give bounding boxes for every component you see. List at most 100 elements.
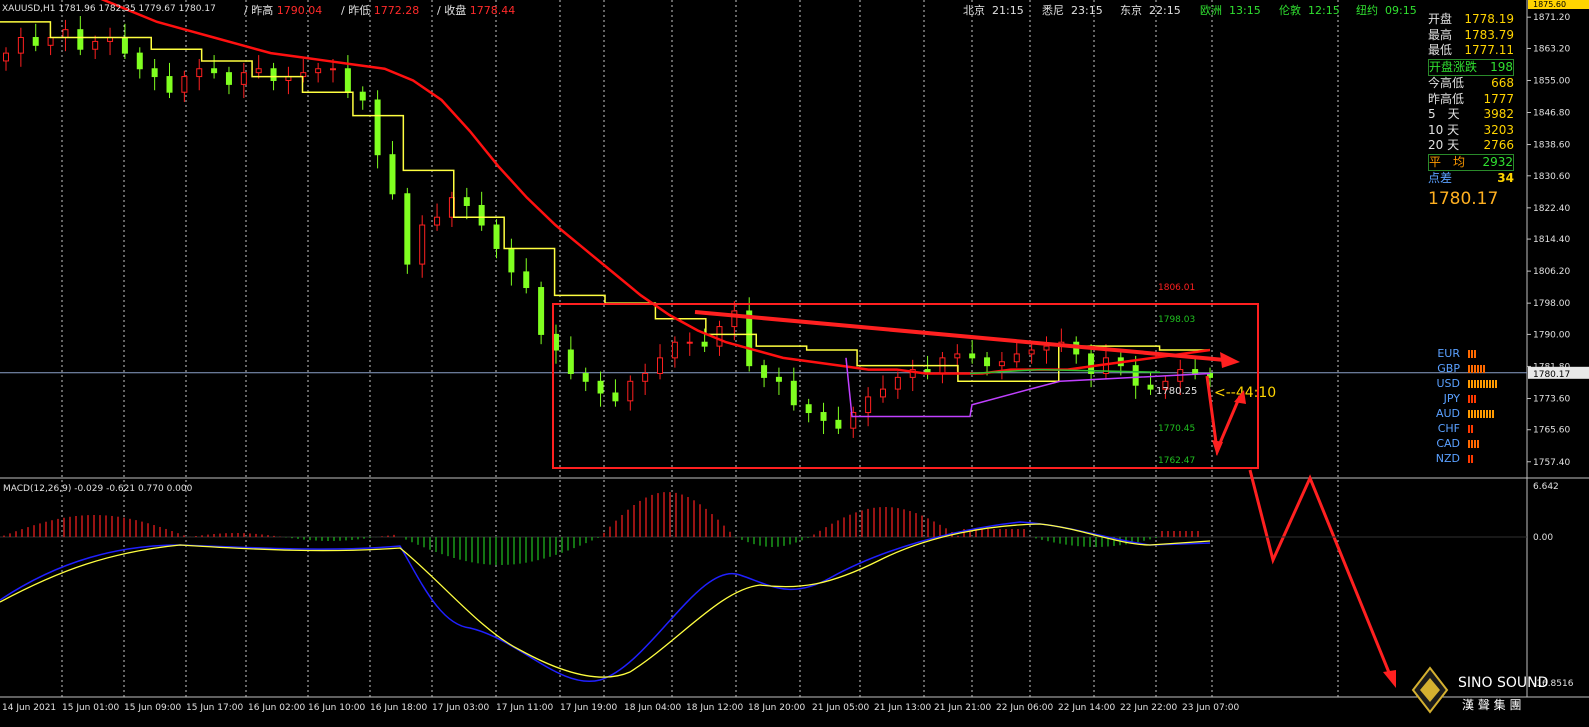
currency-row-jpy: JPY: [1428, 391, 1497, 406]
candle-body: [463, 197, 470, 206]
info-5day: 5 天 3982: [1428, 107, 1514, 121]
candle-body: [478, 204, 485, 226]
info-open: 开盘 1778.19: [1428, 12, 1514, 26]
strength-bars: [1468, 439, 1479, 448]
candle-body: [523, 271, 530, 289]
strength-bar: [1477, 439, 1479, 448]
strength-bar: [1468, 394, 1470, 403]
currency-row-chf: CHF: [1428, 421, 1497, 436]
candle-body: [92, 40, 99, 50]
strength-bars: [1468, 379, 1497, 388]
strength-bar: [1471, 379, 1473, 388]
top-price-label: 1875.60: [1533, 0, 1566, 9]
candle-body: [835, 419, 842, 429]
currency-row-cad: CAD: [1428, 436, 1497, 451]
candle-body: [538, 287, 545, 335]
price-tick-label: 1846.80: [1533, 109, 1570, 119]
time-axis-label: 23 Jun 07:00: [1182, 703, 1239, 713]
session-europe: 欧洲 13:15: [1200, 4, 1261, 17]
strength-bar: [1468, 454, 1470, 463]
candle-body: [434, 216, 441, 226]
strength-bar: [1474, 379, 1476, 388]
candle-body: [731, 310, 738, 328]
currency-label: EUR: [1437, 347, 1460, 360]
currency-label: NZD: [1435, 452, 1460, 465]
strength-bar: [1471, 439, 1473, 448]
candle-body: [954, 353, 961, 359]
price-tick-label: 1863.20: [1533, 44, 1570, 54]
candle-body: [552, 333, 559, 351]
candle-body: [879, 388, 886, 398]
candle-body: [3, 52, 9, 62]
chart-canvas[interactable]: 1871.20 1863.20 1855.00 1846.80 1838.60 1830.…: [0, 0, 1589, 727]
forecast-arrowhead-3: [1383, 670, 1396, 688]
strength-bar: [1474, 349, 1476, 358]
strength-bar: [1471, 349, 1473, 358]
candle-body: [701, 341, 708, 347]
strength-bar: [1489, 379, 1491, 388]
candle-body: [1192, 369, 1199, 374]
strength-bar: [1468, 379, 1470, 388]
info-yesterday-range: 昨高低 1777: [1428, 91, 1514, 106]
strength-bar: [1477, 379, 1479, 388]
info-open-change: 开盘涨跌 198: [1428, 58, 1514, 76]
price-tick-label: 1871.20: [1533, 13, 1570, 23]
candle-body: [136, 52, 143, 70]
candle-body: [790, 380, 797, 406]
time-axis-label: 15 Jun 01:00: [62, 703, 119, 713]
candle-body: [1013, 353, 1020, 363]
time-axis-label: 16 Jun 10:00: [308, 703, 365, 713]
strength-bar: [1489, 409, 1491, 418]
currency-label: CHF: [1437, 422, 1460, 435]
candle-body: [270, 68, 277, 81]
currency-row-gbp: GBP: [1428, 361, 1497, 376]
strength-bars: [1468, 349, 1476, 358]
currency-strength-panel: EUR GBP USD JPY AUD CHF CAD NZD: [1428, 346, 1497, 466]
strength-bar: [1468, 439, 1470, 448]
candle-body: [567, 349, 574, 374]
macd-tick-label: 0.00: [1533, 533, 1553, 543]
currency-label: AUD: [1435, 407, 1460, 420]
candle-body: [761, 365, 768, 378]
time-axis-label: 18 Jun 12:00: [686, 703, 743, 713]
time-axis-label: 15 Jun 17:00: [186, 703, 243, 713]
signal-line: [0, 523, 1211, 678]
strength-bars: [1468, 424, 1473, 433]
time-axis-label: 17 Jun 03:00: [432, 703, 489, 713]
strength-bars: [1468, 454, 1473, 463]
candle-body: [984, 357, 991, 367]
candle-body: [47, 37, 54, 46]
candle-body: [894, 376, 901, 390]
strength-bar: [1471, 364, 1473, 373]
session-tokyo: 东京 22:15: [1120, 4, 1181, 17]
info-spread: 点差 34: [1428, 171, 1514, 185]
candle-body: [255, 68, 262, 74]
strength-bar: [1468, 364, 1470, 373]
strength-bar: [1483, 379, 1485, 388]
candle-body: [32, 37, 39, 46]
info-high: 最高 1783.79: [1428, 27, 1514, 42]
candle-body: [746, 310, 753, 367]
price-tick-label: 1855.00: [1533, 76, 1570, 86]
candle-body: [820, 412, 827, 421]
candle-body: [716, 326, 723, 347]
candle-body: [17, 37, 24, 54]
candle-body: [196, 68, 203, 78]
level-mid-label: 1780.25: [1156, 386, 1197, 397]
candle-body: [969, 353, 976, 359]
forecast-zigzag-2: [1248, 469, 1392, 676]
time-axis-label: 16 Jun 18:00: [370, 703, 427, 713]
time-axis-label: 21 Jun 13:00: [874, 703, 931, 713]
candle-body: [671, 341, 678, 359]
currency-label: USD: [1436, 377, 1460, 390]
time-axis-label: 18 Jun 20:00: [748, 703, 805, 713]
market-info-panel: 开盘 1778.19 最高 1783.79 最低 1777.11 开盘涨跌 198 今高…: [1428, 12, 1514, 209]
strength-bar: [1474, 409, 1476, 418]
strength-bar: [1474, 439, 1476, 448]
time-axis-label: 16 Jun 02:00: [248, 703, 305, 713]
strength-bar: [1468, 424, 1470, 433]
info-10day: 10 天 3203: [1428, 122, 1514, 137]
candle-body: [419, 224, 426, 265]
candle-body: [374, 99, 381, 156]
candle-body: [657, 357, 664, 374]
